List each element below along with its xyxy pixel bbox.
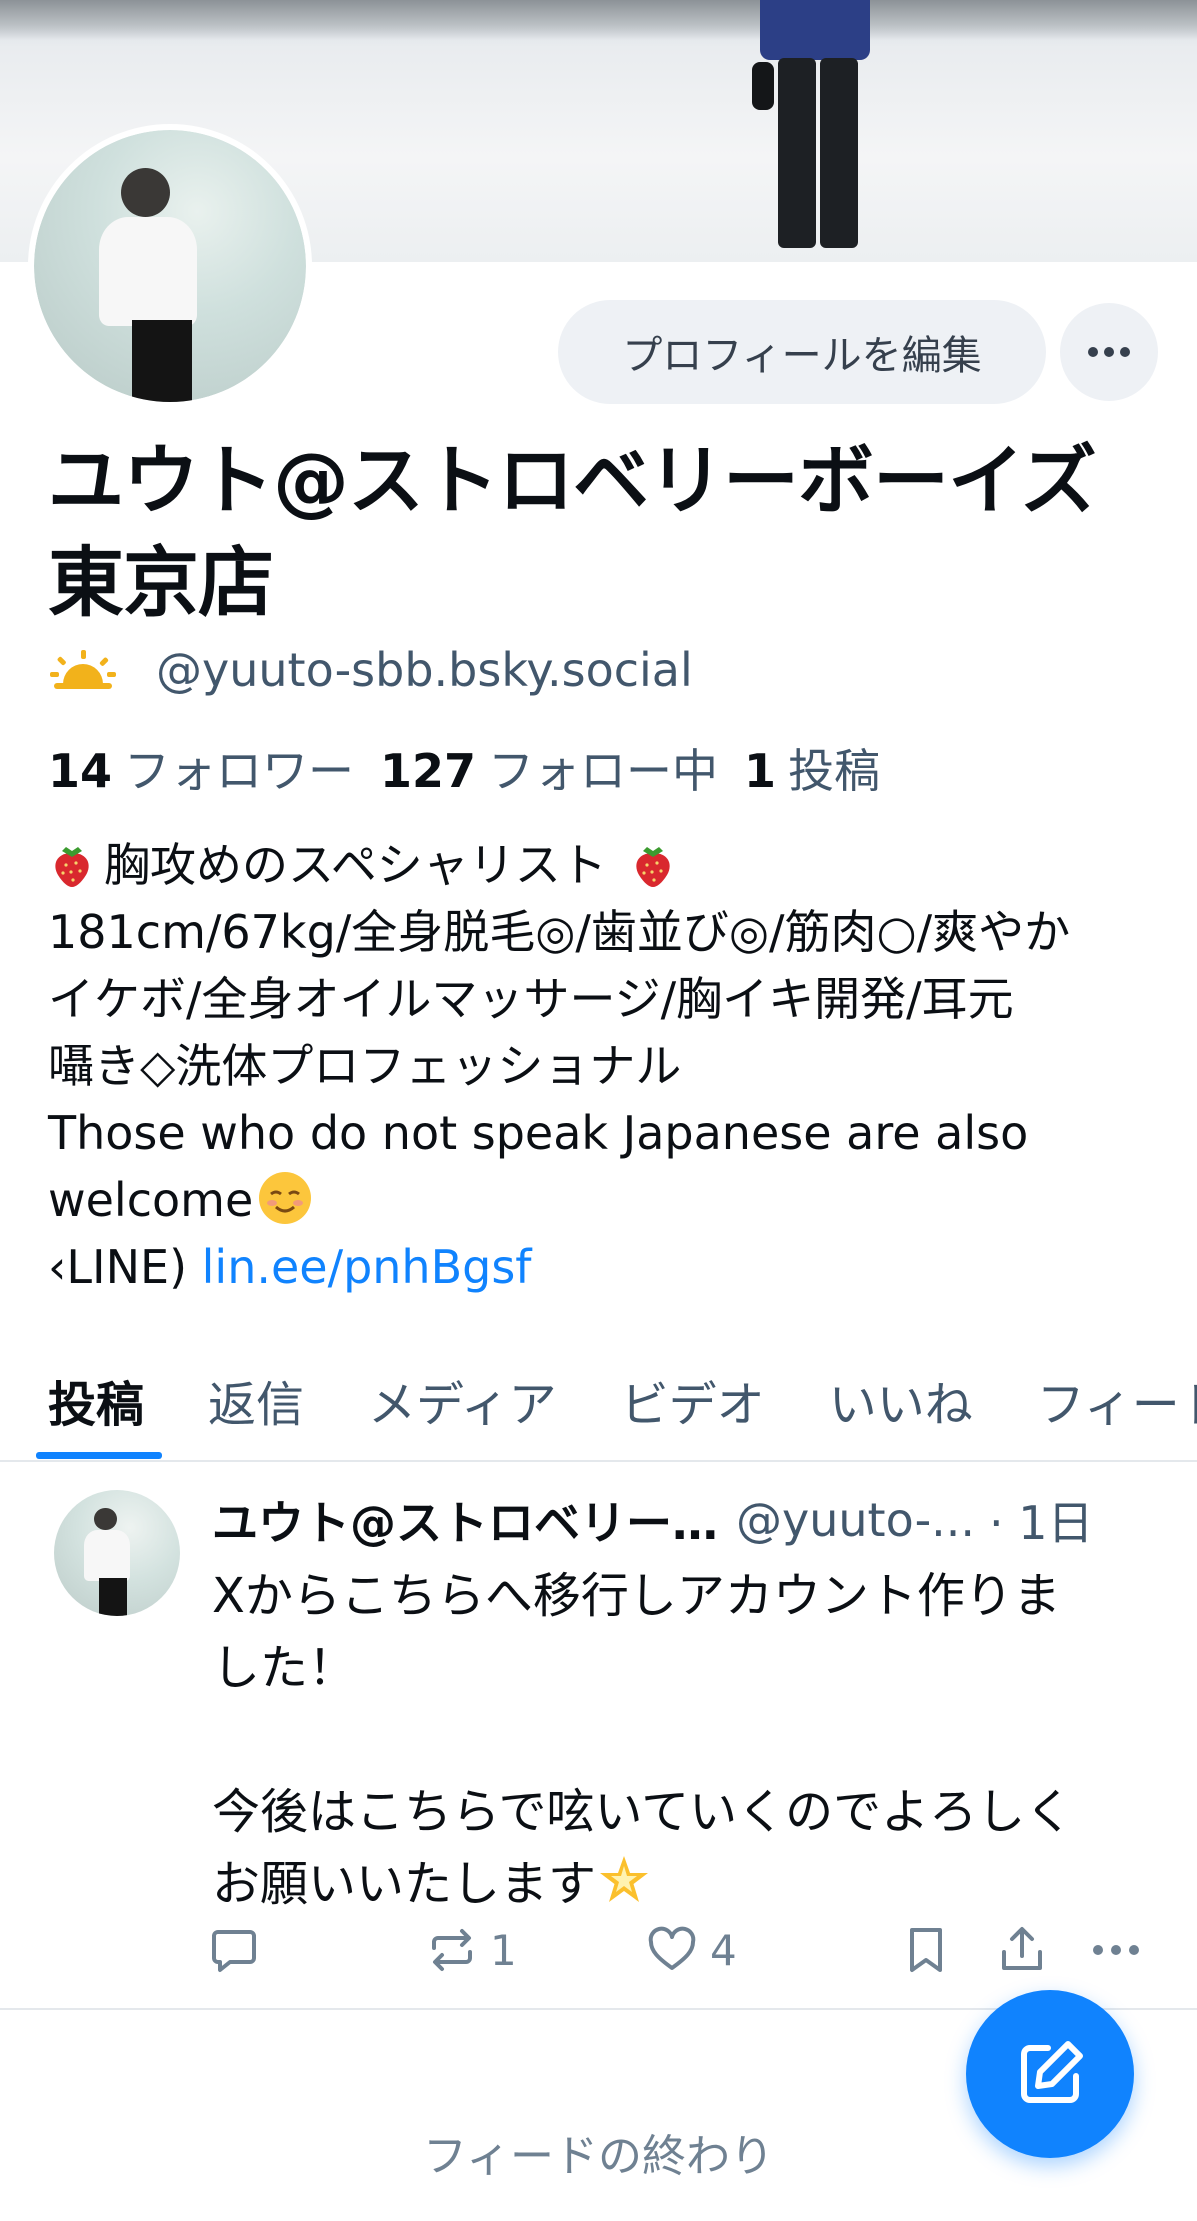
tab-feeds[interactable]: フィード [1005, 1340, 1197, 1460]
more-horizontal-icon [1093, 1945, 1139, 1955]
post-item[interactable]: ユウト@ストロベリー… @yuuto-... · 1日 Xからこちらへ移行しアカ… [0, 1460, 1197, 2010]
strawberry-icon [636, 847, 671, 887]
post-text-line [212, 1704, 1162, 1776]
tab-posts[interactable]: 投稿 [0, 1340, 176, 1460]
bio-line: 囁き◇洗体プロフェッショナル [48, 1039, 682, 1093]
repost-count: 1 [490, 1925, 517, 1975]
post-actions: 1 4 [0, 1910, 1197, 1990]
followers-count[interactable]: 14 [48, 744, 112, 798]
posts-count: 1 [744, 744, 777, 798]
banner-figure-torso [760, 0, 870, 60]
compose-icon [1021, 2041, 1083, 2103]
bio-line: Those who do not speak Japanese are also [48, 1106, 1029, 1160]
bookmark-icon [910, 1928, 942, 1972]
sun-icon [50, 650, 116, 689]
banner-figure-glove [752, 62, 774, 110]
tab-likes[interactable]: いいね [797, 1340, 1005, 1460]
tab-replies[interactable]: 返信 [176, 1340, 336, 1460]
profile-more-button[interactable] [1060, 303, 1158, 401]
glowing-star-icon [600, 1856, 649, 1902]
followers-label[interactable]: フォロワー [124, 735, 354, 801]
bio-text: 胸攻めのスペシャリスト [104, 838, 607, 892]
profile-handle-row: @yuuto-sbb.bsky.social [50, 640, 693, 700]
avatar-photo [34, 130, 306, 402]
repost-button[interactable]: 1 [426, 1910, 517, 1990]
post-text: Xからこちらへ移行しアカウント作りま した！ 今後はこちらで呟いていくのでよろしくお… [212, 1560, 1162, 1920]
post-header: ユウト@ストロベリー… @yuuto-... · 1日 [212, 1484, 1172, 1556]
posts-label: 投稿 [788, 744, 881, 798]
profile-bio: 胸攻めのスペシャリスト 181cm/67kg/全身脱毛◎/歯並び◎/筋肉○/爽や… [48, 832, 1168, 1301]
smiling-face-icon [259, 1172, 312, 1224]
bio-line: 181cm/67kg/全身脱毛◎/歯並び◎/筋肉○/爽やか [48, 905, 1071, 959]
bio-text: ‹LINE) [48, 1240, 188, 1294]
repost-icon [432, 1929, 472, 1971]
tab-videos[interactable]: ビデオ [589, 1340, 797, 1460]
banner-figure-leg [778, 58, 816, 248]
more-horizontal-icon [1088, 347, 1130, 357]
banner-figure-leg [820, 58, 858, 248]
like-count: 4 [710, 1925, 737, 1975]
edit-profile-button[interactable]: プロフィールを編集 [558, 300, 1046, 404]
profile-display-name: ユウト@ストロベリーボーイズ東京店 [48, 436, 1097, 627]
reply-icon [212, 1930, 256, 1972]
post-text-line: Xからこちらへ移行しアカウント作りま [212, 1568, 1061, 1624]
bio-line: ‹LINE) lin.ee/pnhBgsf [48, 1234, 1168, 1301]
heart-icon [648, 1926, 696, 1970]
bio-text: welcome [48, 1173, 254, 1227]
active-tab-indicator [36, 1452, 162, 1459]
bookmark-button[interactable] [902, 1910, 950, 1990]
bio-line: 胸攻めのスペシャリスト [48, 832, 1168, 899]
post-timestamp[interactable]: · 1日 [989, 1487, 1094, 1553]
banner-treeline [0, 0, 1197, 40]
post-author-avatar[interactable] [54, 1490, 180, 1616]
profile-tabs: 投稿 返信 メディア ビデオ いいね フィード [0, 1340, 1197, 1462]
post-text-line: した！ [212, 1640, 357, 1696]
profile-stats: 14 フォロワー 127 フォロー中 1 投稿 [48, 735, 880, 798]
compose-button[interactable] [966, 1990, 1134, 2158]
share-button[interactable] [996, 1910, 1048, 1990]
bio-line: welcome [48, 1167, 1168, 1234]
post-text-fragment: お願いいたします [212, 1856, 597, 1912]
post-author-handle[interactable]: @yuuto-... [736, 1493, 975, 1547]
profile-avatar[interactable] [34, 130, 306, 402]
strawberry-icon [55, 847, 89, 887]
post-author-name[interactable]: ユウト@ストロベリー… [212, 1487, 718, 1553]
post-text-line: 今後はこちらで呟いていくのでよろしく [212, 1784, 1074, 1840]
tab-media[interactable]: メディア [336, 1340, 589, 1460]
bio-link[interactable]: lin.ee/pnhBgsf [202, 1240, 532, 1294]
share-icon [1002, 1927, 1042, 1970]
following-label[interactable]: フォロー中 [488, 735, 718, 801]
reply-button[interactable] [208, 1910, 260, 1990]
bio-line: イケボ/全身オイルマッサージ/胸イキ開発/耳元 [48, 972, 1014, 1026]
post-more-button[interactable] [1092, 1910, 1140, 1990]
like-button[interactable]: 4 [646, 1910, 737, 1990]
following-count[interactable]: 127 [380, 744, 476, 798]
profile-handle[interactable]: @yuuto-sbb.bsky.social [156, 643, 693, 697]
